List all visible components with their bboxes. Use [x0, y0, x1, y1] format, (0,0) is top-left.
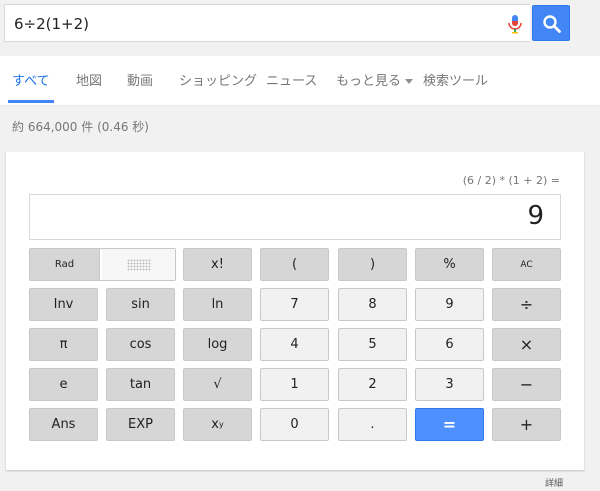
digit-0-button[interactable]: 0: [260, 408, 329, 441]
search-box[interactable]: [4, 4, 530, 42]
power-exponent: y: [218, 420, 224, 429]
digit-4-button[interactable]: 4: [260, 328, 329, 361]
digit-1-button[interactable]: 1: [260, 368, 329, 401]
digit-8-button[interactable]: 8: [338, 288, 407, 321]
decimal-point-button[interactable]: .: [338, 408, 407, 441]
active-tab-indicator: [8, 100, 54, 103]
angle-mode-toggle[interactable]: Rad: [29, 248, 176, 281]
tab-more[interactable]: もっと見る: [336, 70, 414, 89]
chevron-down-icon: [405, 79, 414, 84]
right-paren-button[interactable]: ): [338, 248, 407, 281]
calculator-card: (6 / 2) * (1 + 2) = 9 Rad x! ( ) % AC In…: [6, 152, 584, 470]
digit-7-button[interactable]: 7: [260, 288, 329, 321]
tab-news[interactable]: ニュース: [266, 70, 317, 89]
log-button[interactable]: log: [183, 328, 252, 361]
tabs-bar: すべて 地図 動画 ショッピング ニュース もっと見る 検索ツール: [0, 56, 600, 106]
calculator-display: 9: [29, 194, 561, 240]
deg-dotted-pattern: [127, 259, 151, 271]
e-button[interactable]: e: [29, 368, 98, 401]
calculator-result: 9: [527, 201, 544, 231]
search-input[interactable]: [14, 12, 494, 36]
mic-icon[interactable]: [508, 15, 522, 35]
power-base: x: [211, 417, 219, 432]
plus-button[interactable]: +: [492, 408, 561, 441]
sqrt-button[interactable]: √: [183, 368, 252, 401]
result-stats: 約 664,000 件 (0.46 秒): [12, 120, 149, 134]
tab-search-tools[interactable]: 検索ツール: [423, 70, 488, 89]
pi-button[interactable]: π: [29, 328, 98, 361]
exp-button[interactable]: EXP: [106, 408, 175, 441]
divide-button[interactable]: ÷: [492, 288, 561, 321]
percent-button[interactable]: %: [415, 248, 484, 281]
tab-more-label: もっと見る: [336, 74, 402, 89]
inv-button[interactable]: Inv: [29, 288, 98, 321]
tan-button[interactable]: tan: [106, 368, 175, 401]
tab-videos[interactable]: 動画: [127, 70, 153, 89]
digit-6-button[interactable]: 6: [415, 328, 484, 361]
ln-button[interactable]: ln: [183, 288, 252, 321]
cos-button[interactable]: cos: [106, 328, 175, 361]
calculator-expression: (6 / 2) * (1 + 2) =: [462, 174, 560, 187]
ans-button[interactable]: Ans: [29, 408, 98, 441]
digit-5-button[interactable]: 5: [338, 328, 407, 361]
sin-button[interactable]: sin: [106, 288, 175, 321]
tab-shopping[interactable]: ショッピング: [179, 70, 257, 89]
search-button[interactable]: [532, 5, 570, 41]
left-paren-button[interactable]: (: [260, 248, 329, 281]
power-button[interactable]: xy: [183, 408, 252, 441]
equals-button[interactable]: =: [415, 408, 484, 441]
rad-button[interactable]: Rad: [30, 249, 100, 280]
tab-all[interactable]: すべて: [12, 70, 50, 89]
tab-maps[interactable]: 地図: [76, 70, 102, 89]
digit-2-button[interactable]: 2: [338, 368, 407, 401]
details-link[interactable]: 詳細: [545, 476, 563, 489]
minus-button[interactable]: −: [492, 368, 561, 401]
digit-9-button[interactable]: 9: [415, 288, 484, 321]
digit-3-button[interactable]: 3: [415, 368, 484, 401]
multiply-button[interactable]: ×: [492, 328, 561, 361]
all-clear-button[interactable]: AC: [492, 248, 561, 281]
deg-button[interactable]: [102, 249, 175, 280]
factorial-button[interactable]: x!: [183, 248, 252, 281]
